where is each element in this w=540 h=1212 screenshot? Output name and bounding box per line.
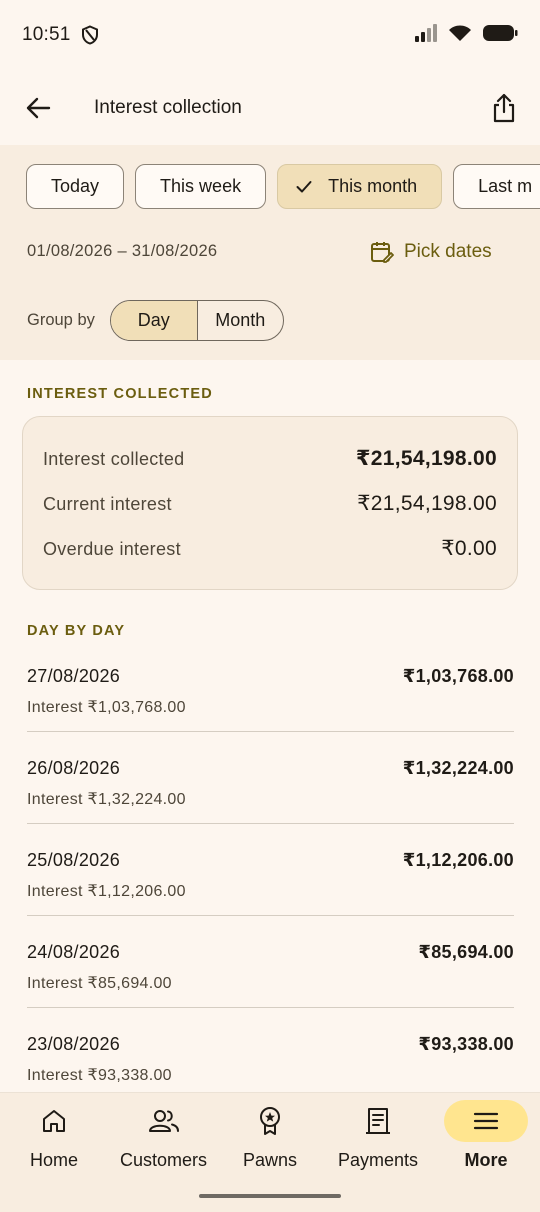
pick-dates-label: Pick dates xyxy=(404,241,492,262)
app-bar: Interest collection xyxy=(0,72,540,144)
nav-label: Home xyxy=(29,1150,78,1170)
summary-label: Current interest xyxy=(43,494,172,514)
day-subtitle: Interest ₹1,03,768.00 xyxy=(27,699,186,716)
page-title: Interest collection xyxy=(94,97,242,118)
segment-label: Day xyxy=(137,310,170,330)
nav-pawns[interactable]: Pawns xyxy=(228,1093,312,1193)
group-by-label: Group by xyxy=(27,311,95,329)
day-amount: ₹1,03,768.00 xyxy=(402,666,514,686)
nav-label: More xyxy=(464,1150,508,1170)
chip-this-week[interactable]: This week xyxy=(135,164,267,209)
day-amount: ₹85,694.00 xyxy=(418,942,514,962)
customers-icon xyxy=(122,1100,206,1142)
group-by-day[interactable]: Day xyxy=(111,301,198,340)
day-date: 23/08/2026 xyxy=(27,1034,121,1054)
signal-icon xyxy=(414,23,438,47)
status-time: 10:51 xyxy=(22,24,71,45)
segment-label: Month xyxy=(215,310,266,330)
summary-row: Overdue interest ₹0.00 xyxy=(43,536,497,561)
summary-value: ₹0.00 xyxy=(441,537,497,560)
day-amount: ₹1,32,224.00 xyxy=(402,758,514,778)
day-subtitle: Interest ₹1,12,206.00 xyxy=(27,883,186,900)
list-item[interactable]: 25/08/2026 Interest ₹1,12,206.00 ₹1,12,2… xyxy=(27,824,514,916)
day-date: 26/08/2026 xyxy=(27,758,121,778)
day-amount: ₹1,12,206.00 xyxy=(402,850,514,870)
calendar-edit-icon xyxy=(371,242,394,263)
home-icon xyxy=(12,1100,96,1142)
back-button[interactable] xyxy=(20,90,56,126)
battery-icon xyxy=(482,24,518,47)
nav-label: Pawns xyxy=(242,1150,298,1170)
day-date: 24/08/2026 xyxy=(27,942,121,962)
nav-label: Payments xyxy=(337,1150,419,1170)
period-chips: Today This week This month Last m xyxy=(26,164,540,210)
nav-home[interactable]: Home xyxy=(12,1093,96,1193)
summary-label: Interest collected xyxy=(43,449,185,469)
chip-label: This month xyxy=(328,176,418,196)
list-item[interactable]: 27/08/2026 Interest ₹1,03,768.00 ₹1,03,7… xyxy=(27,640,514,732)
chip-this-month[interactable]: This month xyxy=(277,164,443,209)
list-item[interactable]: 23/08/2026 Interest ₹93,338.00 ₹93,338.0… xyxy=(27,1008,514,1100)
arrow-left-icon xyxy=(26,97,51,119)
day-date: 25/08/2026 xyxy=(27,850,121,870)
day-by-day-section-title: DAY BY DAY xyxy=(27,623,126,639)
filter-panel: Today This week This month Last m 01/08/… xyxy=(0,145,540,360)
day-subtitle: Interest ₹1,32,224.00 xyxy=(27,791,186,808)
status-bar: 10:51 xyxy=(0,0,540,70)
check-icon xyxy=(296,180,312,194)
home-indicator xyxy=(199,1194,341,1198)
group-by-month[interactable]: Month xyxy=(198,301,284,340)
shield-icon xyxy=(81,25,99,45)
summary-value: ₹21,54,198.00 xyxy=(357,492,497,515)
share-icon xyxy=(493,93,515,123)
summary-section-title: INTEREST COLLECTED xyxy=(27,386,213,402)
chip-today[interactable]: Today xyxy=(26,164,125,209)
summary-row: Interest collected ₹21,54,198.00 xyxy=(43,446,497,471)
receipt-icon xyxy=(336,1100,420,1142)
menu-icon xyxy=(444,1100,528,1142)
chip-label: Last m xyxy=(478,176,533,196)
chip-last-month[interactable]: Last m xyxy=(453,164,540,209)
list-item[interactable]: 26/08/2026 Interest ₹1,32,224.00 ₹1,32,2… xyxy=(27,732,514,824)
summary-label: Overdue interest xyxy=(43,539,181,559)
chip-label: This week xyxy=(160,176,242,196)
wifi-icon xyxy=(448,24,472,47)
nav-customers[interactable]: Customers xyxy=(120,1093,207,1193)
day-date: 27/08/2026 xyxy=(27,666,121,686)
summary-card: Interest collected ₹21,54,198.00 Current… xyxy=(22,416,518,590)
pawn-badge-icon xyxy=(228,1100,312,1142)
day-list: 27/08/2026 Interest ₹1,03,768.00 ₹1,03,7… xyxy=(27,640,514,1100)
date-range: 01/08/2026 – 31/08/2026 xyxy=(27,242,218,260)
pick-dates-button[interactable]: Pick dates xyxy=(370,240,492,264)
group-by-toggle: Day Month xyxy=(110,300,284,341)
chip-label: Today xyxy=(51,176,100,196)
day-subtitle: Interest ₹85,694.00 xyxy=(27,975,172,992)
day-subtitle: Interest ₹93,338.00 xyxy=(27,1067,172,1084)
list-item[interactable]: 24/08/2026 Interest ₹85,694.00 ₹85,694.0… xyxy=(27,916,514,1008)
day-amount: ₹93,338.00 xyxy=(418,1034,514,1054)
nav-payments[interactable]: Payments xyxy=(336,1093,420,1193)
summary-row: Current interest ₹21,54,198.00 xyxy=(43,491,497,516)
summary-value: ₹21,54,198.00 xyxy=(355,447,497,470)
nav-label: Customers xyxy=(120,1150,208,1170)
nav-more[interactable]: More xyxy=(444,1093,528,1193)
share-button[interactable] xyxy=(486,88,522,128)
